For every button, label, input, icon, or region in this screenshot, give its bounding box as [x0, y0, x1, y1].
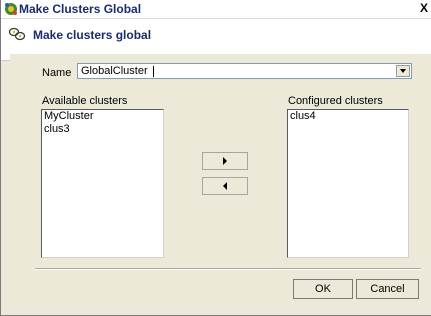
available-clusters-label: Available clusters: [42, 95, 128, 107]
cancel-button[interactable]: Cancel: [356, 279, 419, 299]
close-button[interactable]: X: [417, 1, 431, 16]
list-item[interactable]: clus3: [42, 123, 163, 136]
ok-button[interactable]: OK: [293, 279, 353, 299]
name-input[interactable]: GlobalCluster: [81, 65, 148, 77]
move-right-button[interactable]: [202, 152, 248, 170]
text-caret: [153, 66, 154, 77]
configured-clusters-list[interactable]: clus4: [287, 109, 409, 258]
cluster-link-icon: [8, 27, 26, 41]
window-title: Make Clusters Global: [19, 2, 142, 16]
list-item[interactable]: clus4: [288, 110, 408, 123]
name-label: Name: [42, 67, 72, 79]
title-bar: Make Clusters Global X: [1, 0, 431, 19]
make-clusters-global-dialog: Make Clusters Global X Make clusters glo…: [0, 0, 431, 316]
chevron-down-icon: [400, 69, 406, 73]
header-title: Make clusters global: [33, 28, 152, 42]
name-combobox[interactable]: GlobalCluster: [77, 63, 412, 79]
arrow-left-icon: [223, 182, 227, 190]
arrow-right-icon: [223, 157, 227, 165]
move-left-button[interactable]: [202, 177, 248, 195]
name-dropdown-button[interactable]: [396, 65, 410, 77]
available-clusters-list[interactable]: MyCluster clus3: [41, 109, 164, 258]
configured-clusters-label: Configured clusters: [288, 95, 383, 107]
list-item[interactable]: MyCluster: [42, 110, 163, 123]
cluster-app-icon: [5, 3, 17, 15]
separator: [35, 268, 421, 269]
